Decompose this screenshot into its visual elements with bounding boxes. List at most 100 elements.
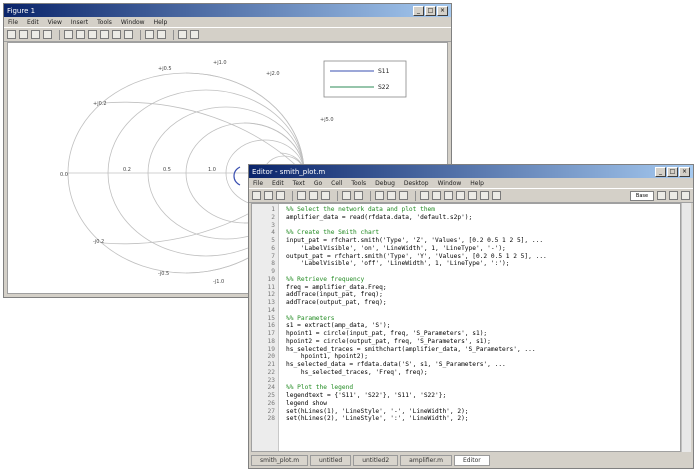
code-line[interactable]: freq = amplifier_data.Freq; [286, 284, 680, 292]
new-file-icon[interactable] [252, 191, 261, 200]
zoom-out-icon[interactable] [88, 30, 97, 39]
clear-breakpoints-icon[interactable] [432, 191, 441, 200]
code-line[interactable]: hs_selected_traces = smithchart(amplifie… [286, 346, 680, 354]
exit-debug-icon[interactable] [492, 191, 501, 200]
editor-titlebar[interactable]: Editor - smith_plot.m _ □ × [249, 165, 693, 178]
rotate-3d-icon[interactable] [112, 30, 121, 39]
edit-plot-icon[interactable] [64, 30, 73, 39]
step-in-icon[interactable] [456, 191, 465, 200]
save-icon[interactable] [276, 191, 285, 200]
tile-icon[interactable] [657, 191, 666, 200]
cut-icon[interactable] [297, 191, 306, 200]
show-plot-tools-icon[interactable] [190, 30, 199, 39]
line-number: 23 [267, 376, 275, 384]
print-icon[interactable] [375, 191, 384, 200]
continue-icon[interactable] [480, 191, 489, 200]
step-out-icon[interactable] [468, 191, 477, 200]
ed-menu-edit[interactable]: Edit [272, 180, 284, 187]
close-button[interactable]: × [437, 5, 448, 16]
fig-menu-tools[interactable]: Tools [97, 19, 112, 26]
ed-menu-debug[interactable]: Debug [375, 180, 395, 187]
fig-menu-window[interactable]: Window [121, 19, 145, 26]
document-tab[interactable]: Editor [453, 455, 490, 466]
code-line[interactable]: addTrace(output_pat, freq); [286, 299, 680, 307]
hide-plot-tools-icon[interactable] [178, 30, 187, 39]
document-tab[interactable]: smith_plot.m [251, 455, 309, 466]
ed-menu-cell[interactable]: Cell [331, 180, 342, 187]
code-line[interactable]: s1 = extract(amp_data, 'S'); [286, 322, 680, 330]
pan-icon[interactable] [100, 30, 109, 39]
save-icon[interactable] [31, 30, 40, 39]
cascade-icon[interactable] [669, 191, 678, 200]
fig-menu-view[interactable]: View [48, 19, 62, 26]
colorbar-icon[interactable] [145, 30, 154, 39]
ed-menu-desktop[interactable]: Desktop [404, 180, 429, 187]
code-line[interactable] [286, 307, 680, 315]
code-line[interactable] [286, 268, 680, 276]
close-button[interactable]: × [679, 166, 690, 177]
code-line[interactable]: %% Plot the legend [286, 384, 680, 392]
code-line[interactable]: %% Retrieve frequency [286, 276, 680, 284]
fig-menu-help[interactable]: Help [154, 19, 168, 26]
figure-titlebar[interactable]: Figure 1 _ □ × [4, 4, 451, 17]
code-line[interactable] [286, 377, 680, 385]
code-line[interactable]: addTrace(input_pat, freq); [286, 291, 680, 299]
code-line[interactable]: hs_selected_traces, 'Freq', freq); [286, 369, 680, 377]
legend-box[interactable]: S11 S22 [323, 60, 407, 98]
step-icon[interactable] [444, 191, 453, 200]
code-line[interactable]: set(hLines(1), 'LineStyle', '-', 'LineWi… [286, 408, 680, 416]
ed-menu-help[interactable]: Help [470, 180, 484, 187]
code-line[interactable]: 'LabelVisible', 'off', 'LineWidth', 1, '… [286, 260, 680, 268]
minimize-button[interactable]: _ [655, 166, 666, 177]
open-file-icon[interactable] [19, 30, 28, 39]
code-editor[interactable]: 1 2 3 4 5 6 7 8 9 10 11 12 13 14 15 16 17 18 19 20 21 22 23 24 2… [251, 203, 681, 452]
fig-menu-insert[interactable]: Insert [71, 19, 88, 26]
code-line[interactable]: legendtext = {'S11', 'S22'}, 'S11', 'S22… [286, 392, 680, 400]
undock-icon[interactable] [681, 191, 690, 200]
code-line[interactable]: hpoint2 = circle(output_pat, freq, 'S_Pa… [286, 338, 680, 346]
paste-icon[interactable] [321, 191, 330, 200]
code-line[interactable]: hpoint1 = circle(input_pat, freq, 'S_Par… [286, 330, 680, 338]
ed-menu-file[interactable]: File [253, 180, 263, 187]
undo-icon[interactable] [342, 191, 351, 200]
maximize-button[interactable]: □ [425, 5, 436, 16]
code-line[interactable]: %% Create the Smith chart [286, 229, 680, 237]
code-line[interactable]: 'LabelVisible', 'on', 'LineWidth', 1, 'L… [286, 245, 680, 253]
redo-icon[interactable] [354, 191, 363, 200]
print-icon[interactable] [43, 30, 52, 39]
data-cursor-icon[interactable] [124, 30, 133, 39]
code-text[interactable]: %% Select the network data and plot them… [286, 206, 680, 423]
line-number: 5 [271, 237, 275, 244]
code-line[interactable]: input_pat = rfchart.smith('Type', 'Z', '… [286, 237, 680, 245]
copy-icon[interactable] [309, 191, 318, 200]
ed-menu-go[interactable]: Go [314, 180, 322, 187]
document-tab[interactable]: untitled [310, 455, 352, 466]
function-icon[interactable] [399, 191, 408, 200]
code-line[interactable]: hs_selected_data = rfdata.data('S', s1, … [286, 361, 680, 369]
stack-dropdown[interactable]: Base [630, 190, 654, 201]
minimize-button[interactable]: _ [413, 5, 424, 16]
ed-menu-text[interactable]: Text [293, 180, 305, 187]
document-tab[interactable]: untitled2 [353, 455, 399, 466]
code-line[interactable]: legend show [286, 400, 680, 408]
ed-menu-window[interactable]: Window [438, 180, 462, 187]
maximize-button[interactable]: □ [667, 166, 678, 177]
code-line[interactable]: %% Select the network data and plot them [286, 206, 680, 214]
legend-icon[interactable] [157, 30, 166, 39]
breakpoint-icon[interactable] [420, 191, 429, 200]
ed-menu-tools[interactable]: Tools [351, 180, 366, 187]
open-file-icon[interactable] [264, 191, 273, 200]
fig-menu-file[interactable]: File [8, 19, 18, 26]
code-line[interactable] [286, 222, 680, 230]
zoom-in-icon[interactable] [76, 30, 85, 39]
document-tab[interactable]: amplifier.m [400, 455, 452, 466]
find-icon[interactable] [387, 191, 396, 200]
code-line[interactable]: output_pat = rfchart.smith('Type', 'Y', … [286, 253, 680, 261]
vertical-scrollbar[interactable] [681, 203, 691, 452]
code-line[interactable]: hpoint1, hpoint2); [286, 353, 680, 361]
code-line[interactable]: set(hLines(2), 'LineStyle', ':', 'LineWi… [286, 415, 680, 423]
code-line[interactable]: %% Parameters [286, 315, 680, 323]
code-line[interactable]: amplifier_data = read(rfdata.data, 'defa… [286, 214, 680, 222]
fig-menu-edit[interactable]: Edit [27, 19, 39, 26]
new-figure-icon[interactable] [7, 30, 16, 39]
